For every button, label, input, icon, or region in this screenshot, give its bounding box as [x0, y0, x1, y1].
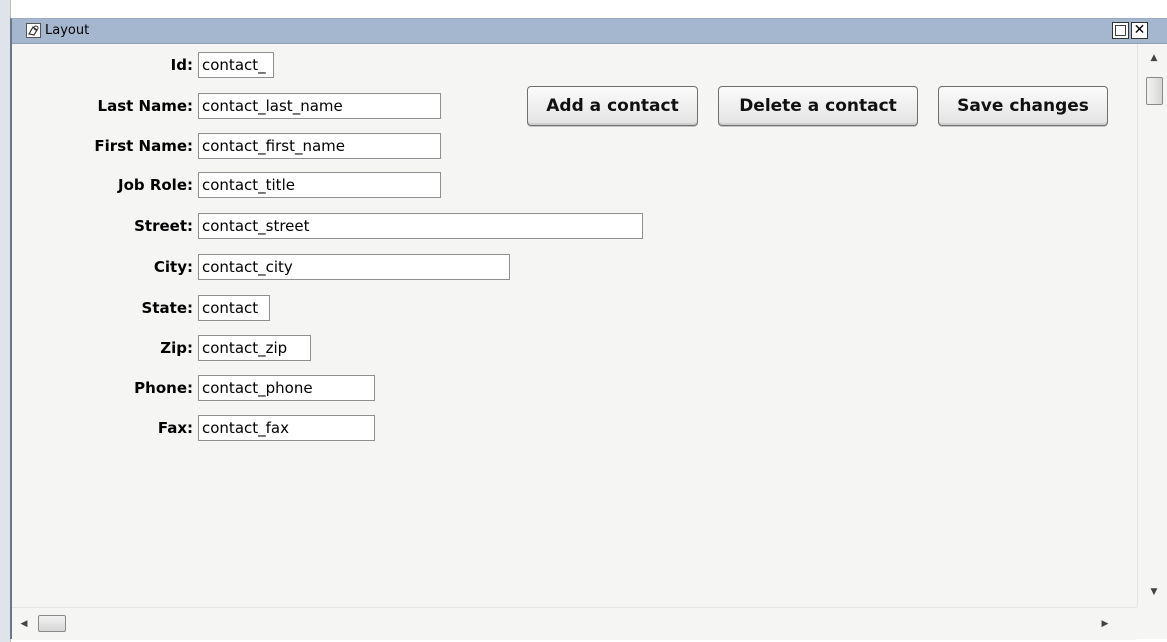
delete-contact-button[interactable]: Delete a contact: [718, 86, 918, 126]
fax-field[interactable]: contact_fax: [198, 415, 375, 441]
last-name-field[interactable]: contact_last_name: [198, 93, 441, 119]
field-row-zip: Zip: contact_zip: [12, 335, 412, 361]
last-name-label: Last Name:: [97, 97, 193, 115]
field-row-fax: Fax: contact_fax: [12, 415, 462, 441]
phone-label: Phone:: [134, 379, 193, 397]
first-name-field[interactable]: contact_first_name: [198, 133, 441, 159]
scroll-left-icon[interactable]: ◀: [16, 608, 32, 640]
field-row-first-name: First Name: contact_first_name: [12, 133, 512, 159]
state-field[interactable]: contact: [198, 295, 270, 321]
zip-field[interactable]: contact_zip: [198, 335, 311, 361]
close-window-button[interactable]: ✕: [1131, 22, 1148, 39]
horizontal-scroll-thumb[interactable]: [38, 615, 66, 632]
vertical-scrollbar[interactable]: ▲ ▼: [1137, 44, 1167, 607]
scrollbar-corner: [1137, 607, 1167, 639]
scroll-up-icon[interactable]: ▲: [1138, 50, 1167, 66]
id-label: Id:: [170, 56, 193, 74]
street-label: Street:: [134, 217, 193, 235]
field-row-id: Id: contact_: [12, 52, 412, 78]
save-changes-button[interactable]: Save changes: [938, 86, 1108, 126]
field-row-street: Street: contact_street: [12, 213, 712, 239]
scroll-right-icon[interactable]: ▶: [1097, 608, 1113, 640]
layout-window: Layout □ ✕ Id: contact_ Last Name: conta…: [10, 18, 1167, 640]
screen: Layout □ ✕ Id: contact_ Last Name: conta…: [0, 0, 1167, 642]
scroll-down-icon[interactable]: ▼: [1138, 584, 1167, 600]
street-field[interactable]: contact_street: [198, 213, 643, 239]
zip-label: Zip:: [160, 339, 193, 357]
job-role-label: Job Role:: [117, 176, 193, 194]
first-name-label: First Name:: [94, 137, 193, 155]
window-app-icon: [26, 23, 41, 38]
phone-field[interactable]: contact_phone: [198, 375, 375, 401]
city-field[interactable]: contact_city: [198, 254, 510, 280]
fax-label: Fax:: [157, 419, 193, 437]
field-row-phone: Phone: contact_phone: [12, 375, 462, 401]
window-title: Layout: [45, 23, 90, 38]
field-row-job-role: Job Role: contact_title: [12, 172, 512, 198]
field-row-last-name: Last Name: contact_last_name: [12, 93, 512, 119]
field-row-city: City: contact_city: [12, 254, 612, 280]
restore-window-button[interactable]: □: [1112, 22, 1129, 39]
job-role-field[interactable]: contact_title: [198, 172, 441, 198]
close-icon: ✕: [1133, 22, 1146, 38]
state-label: State:: [141, 299, 193, 317]
form-area: Id: contact_ Last Name: contact_last_nam…: [12, 44, 1137, 607]
city-label: City:: [153, 258, 193, 276]
vertical-scroll-thumb[interactable]: [1146, 77, 1163, 105]
field-row-state: State: contact: [12, 295, 412, 321]
horizontal-scrollbar[interactable]: ◀ ▶: [12, 607, 1137, 640]
id-field[interactable]: contact_: [198, 52, 274, 78]
add-contact-button[interactable]: Add a contact: [527, 86, 698, 126]
restore-icon: □: [1113, 22, 1128, 38]
title-bar[interactable]: Layout □ ✕: [12, 19, 1167, 44]
